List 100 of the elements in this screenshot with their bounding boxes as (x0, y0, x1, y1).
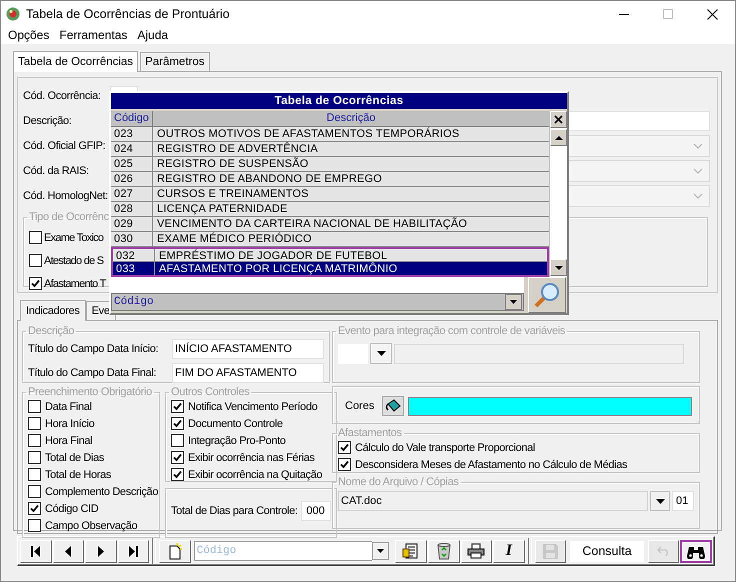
description-cell-text: AFASTAMENTO POR LICENÇA MATRIMÔNIO (158, 262, 398, 275)
window-title: Tabela de Ocorrências de Prontuário (26, 7, 231, 21)
checkbox[interactable] (28, 434, 41, 447)
checkbox-label: Exibir ocorrência na Quitação (188, 468, 322, 480)
checkbox[interactable] (28, 485, 41, 498)
close-icon[interactable] (707, 8, 718, 20)
field-label: Total de Dias para Controle: (171, 505, 298, 517)
table-row[interactable]: 027 CURSOS E TREINAMENTOS (111, 187, 549, 202)
checkbox-label: Data Final (45, 400, 92, 412)
checkbox[interactable] (29, 277, 42, 290)
group-label: Descrição (27, 325, 76, 337)
checkbox[interactable] (28, 519, 41, 532)
tab[interactable]: Parâmetros (140, 52, 210, 71)
checkbox-label: Afastamento T (44, 278, 106, 290)
dropdown-button[interactable] (370, 343, 392, 364)
checkbox-label: Atestado de S (44, 254, 104, 266)
search-button[interactable] (528, 277, 566, 313)
toolbar-button[interactable] (460, 540, 492, 562)
copies-field[interactable]: 01 (672, 491, 694, 511)
checkbox[interactable] (28, 417, 41, 430)
checkbox[interactable] (338, 458, 351, 471)
toolbar-button[interactable] (20, 540, 52, 562)
checkbox-label: Hora Final (45, 434, 92, 446)
group-label: Nome do Arquivo / Cópias (337, 476, 460, 488)
description-cell-text: VENCIMENTO DA CARTEIRA NACIONAL DE HABILITAÇÃO (156, 217, 468, 231)
column-header[interactable]: Código (111, 111, 153, 126)
input-field[interactable]: FIM DO AFASTAMENTO (172, 363, 324, 383)
code-cell: 028 (111, 202, 153, 216)
toolbar-button[interactable] (85, 540, 117, 562)
report-icon (402, 542, 420, 560)
checkbox-label: Documento Controle (188, 418, 283, 430)
find-button[interactable] (680, 540, 712, 562)
checkbox[interactable] (28, 451, 41, 464)
column-header[interactable]: Descrição (153, 111, 549, 126)
checkbox[interactable] (28, 468, 41, 481)
table-row[interactable]: 026 REGISTRO DE ABANDONO DE EMPREGO (111, 172, 549, 187)
table-row[interactable]: 029 VENCIMENTO DA CARTEIRA NACIONAL DE HABILITAÇÃO (111, 217, 549, 232)
description-cell-text: REGISTRO DE ADVERTÊNCIA (156, 142, 318, 156)
italic-button[interactable]: I (493, 540, 525, 562)
menu-item[interactable]: Ajuda (132, 27, 174, 44)
checkbox[interactable] (28, 502, 41, 515)
table-row[interactable]: 030 EXAME MÉDICO PERIÓDICO (111, 232, 549, 247)
recycle-bin-icon (436, 542, 452, 560)
checkbox[interactable] (29, 254, 42, 267)
input-field[interactable] (394, 344, 684, 364)
toolbar-button[interactable] (118, 540, 150, 562)
checkbox[interactable] (171, 400, 184, 413)
input-field[interactable]: 000 (300, 501, 331, 521)
code-cell: 030 (111, 232, 153, 246)
code-cell: 027 (111, 187, 153, 201)
table-row[interactable]: 032 EMPRÉSTIMO DE JOGADOR DE FUTEBOL (111, 247, 549, 262)
close-button[interactable] (550, 111, 567, 128)
next-icon (98, 546, 104, 556)
previous-icon (65, 546, 72, 556)
table-row[interactable]: 023 OUTROS MOTIVOS DE AFASTAMENTOS TEMPORÁRIOS (111, 127, 549, 142)
table-row[interactable]: 025 REGISTRO DE SUSPENSÃO (111, 157, 549, 172)
tab[interactable]: Tabela de Ocorrências (13, 51, 138, 72)
checkbox[interactable] (171, 417, 184, 430)
menu-item[interactable]: Opções (3, 27, 54, 44)
scroll-down-button[interactable] (550, 259, 567, 276)
input-field[interactable]: INÍCIO AFASTAMENTO (172, 339, 324, 359)
menu-item[interactable]: Ferramentas (54, 27, 132, 44)
color-picker-button[interactable] (382, 396, 404, 416)
dropdown-button[interactable] (650, 491, 670, 511)
toolbar-button[interactable] (395, 540, 428, 562)
dropdown-arrow-icon (377, 549, 384, 553)
code-cell: 029 (111, 217, 153, 231)
checkbox[interactable] (171, 468, 184, 481)
scrollbar[interactable] (549, 111, 567, 277)
chevron-icon (693, 168, 703, 174)
tab[interactable]: Indicadores (20, 300, 86, 321)
group-label: Tipo de Ocorrênc (28, 211, 110, 223)
chevron-icon (693, 142, 703, 148)
checkbox[interactable] (171, 451, 184, 464)
checkbox[interactable] (338, 441, 351, 454)
toolbar-button[interactable] (52, 540, 84, 562)
field-label: Cores (345, 400, 374, 412)
checkbox-label: Notifica Vencimento Período (188, 400, 318, 412)
scroll-up-button[interactable] (550, 129, 567, 146)
table-row[interactable]: 028 LICENÇA PATERNIDADE (111, 202, 549, 217)
code-cell: 033 (113, 262, 155, 275)
search-combo[interactable]: Código (111, 293, 524, 311)
checkbox[interactable] (29, 231, 42, 244)
toolbar-button[interactable] (159, 540, 191, 562)
down-arrow-icon (554, 266, 562, 270)
group-label: Afastamentos (337, 427, 403, 439)
paint-bucket-icon (385, 399, 402, 413)
checkbox[interactable] (28, 400, 41, 413)
toolbar-button[interactable] (428, 540, 460, 562)
dropdown-button[interactable] (372, 542, 390, 560)
printer-icon (467, 543, 486, 559)
app-icon (6, 7, 20, 21)
table-row[interactable]: 024 REGISTRO DE ADVERTÊNCIA (111, 142, 549, 157)
field-label: Cód. Oficial GFIP: (23, 140, 106, 152)
group-label: Outros Controles (170, 386, 250, 398)
table-row[interactable]: 033 AFASTAMENTO POR LICENÇA MATRIMÔNIO (111, 262, 549, 277)
new-document-icon (166, 542, 183, 560)
checkbox[interactable] (171, 434, 184, 447)
search-field[interactable]: Código (194, 541, 372, 561)
file-name-field[interactable]: CAT.doc (338, 491, 648, 511)
